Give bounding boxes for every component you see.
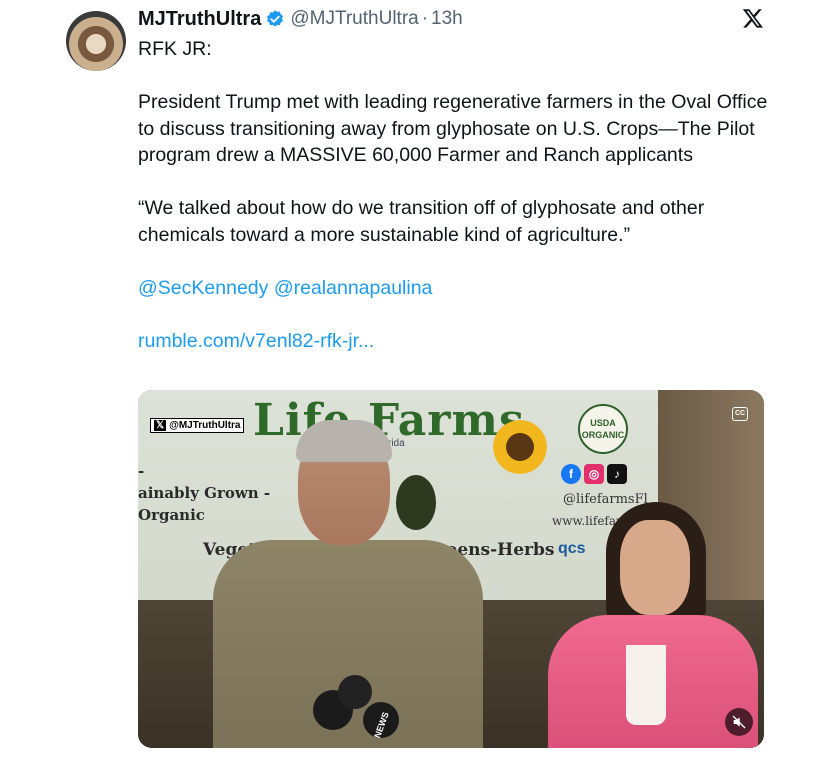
avatar[interactable]	[66, 11, 126, 71]
speaker-man-hair	[296, 420, 392, 462]
tweet-body: RFK JR: President Trump met with leading…	[138, 36, 778, 354]
sign-left-line-2: ainably Grown -	[138, 484, 271, 502]
tiktok-icon: ♪	[607, 464, 627, 484]
organic-label: ORGANIC	[581, 430, 625, 440]
watermark-x-icon: 𝕏	[154, 420, 167, 431]
mention-seckennedy[interactable]: @SecKennedy	[138, 277, 268, 299]
separator-dot: ·	[421, 8, 429, 29]
sunflower-graphic	[493, 420, 547, 474]
mention-realannapaulina[interactable]: @realannapaulina	[274, 277, 433, 299]
timestamp[interactable]: 13h	[431, 8, 463, 30]
tweet-line-3: “We talked about how do we transition of…	[138, 197, 705, 246]
x-logo-icon	[742, 9, 763, 28]
mentions-line: @SecKennedy @realannapaulina	[138, 275, 778, 302]
facebook-icon: f	[561, 464, 581, 484]
author-name[interactable]: MJTruthUltra	[138, 8, 261, 31]
speaker-woman-face	[620, 520, 690, 615]
video-player[interactable]: 𝕏 @MJTruthUltra Life Farms rida - ainabl…	[138, 390, 764, 748]
watermark: 𝕏 @MJTruthUltra	[150, 418, 245, 433]
mute-button[interactable]	[725, 708, 753, 736]
microphone	[338, 675, 372, 709]
tweet-header: MJTruthUltra @MJTruthUltra · 13h	[138, 7, 463, 31]
tweet-link[interactable]: rumble.com/v7enl82-rfk-jr...	[138, 330, 374, 352]
speaker-woman-top	[626, 645, 666, 725]
sign-social-handle: @lifefarmsFl	[563, 492, 648, 507]
olive-graphic	[396, 475, 436, 530]
mute-icon	[732, 715, 746, 729]
tweet-line-2: President Trump met with leading regener…	[138, 91, 768, 166]
usda-organic-seal: USDA ORGANIC	[578, 404, 628, 454]
sign-left-line-3: Organic	[138, 506, 205, 524]
tweet-line-1: RFK JR:	[138, 38, 212, 60]
sign-left-line-1: -	[138, 462, 145, 480]
qcs-logo: qcs	[558, 540, 586, 557]
social-icons: f ◎ ♪	[561, 464, 627, 484]
watermark-handle: @MJTruthUltra	[169, 420, 241, 431]
author-handle[interactable]: @MJTruthUltra	[290, 8, 418, 30]
closed-captions-icon[interactable]: CC	[732, 407, 748, 421]
usda-label: USDA	[590, 418, 616, 428]
verified-badge-icon	[267, 10, 284, 27]
instagram-icon: ◎	[584, 464, 604, 484]
sign-left-text: - ainably Grown - Organic	[138, 460, 270, 526]
